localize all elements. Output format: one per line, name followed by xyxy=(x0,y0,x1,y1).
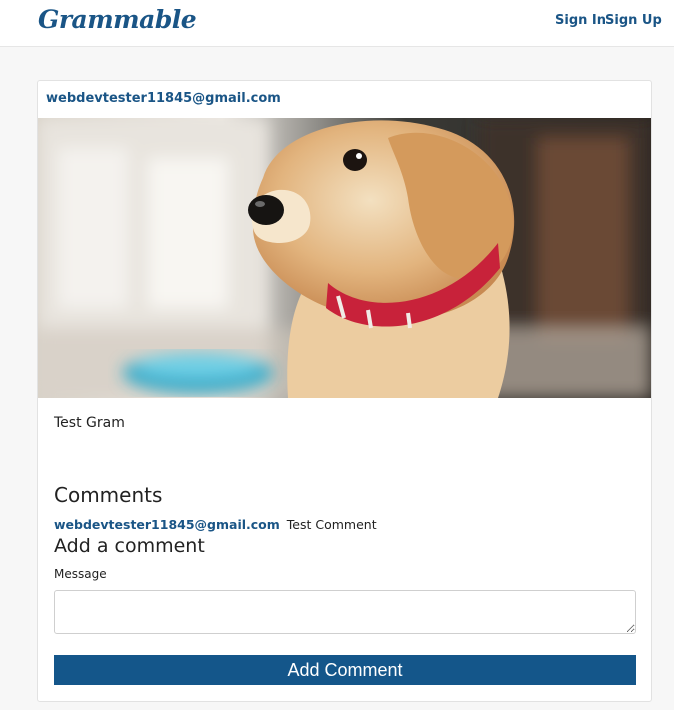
sign-in-link[interactable]: Sign In xyxy=(555,13,606,28)
comments-heading: Comments xyxy=(54,483,163,507)
comment-author-link[interactable]: webdevtester11845@gmail.com xyxy=(54,517,280,532)
sign-up-link[interactable]: Sign Up xyxy=(605,13,662,28)
add-comment-heading: Add a comment xyxy=(54,535,205,557)
gram-photo xyxy=(38,118,651,398)
comment-item: webdevtester11845@gmail.com Test Comment xyxy=(54,517,377,532)
gram-card: webdevtester11845@gmail.com Test Gram Co… xyxy=(37,80,652,702)
brand-logo-link[interactable]: Grammable xyxy=(38,5,197,34)
add-comment-button[interactable]: Add Comment xyxy=(54,655,636,685)
gram-caption: Test Gram xyxy=(54,415,125,431)
navbar: Grammable Sign In Sign Up xyxy=(0,0,674,47)
puppy-image xyxy=(38,118,651,398)
comment-text: Test Comment xyxy=(286,517,377,532)
message-input[interactable] xyxy=(54,590,636,634)
message-label: Message xyxy=(54,567,107,581)
gram-user-link[interactable]: webdevtester11845@gmail.com xyxy=(46,91,281,106)
